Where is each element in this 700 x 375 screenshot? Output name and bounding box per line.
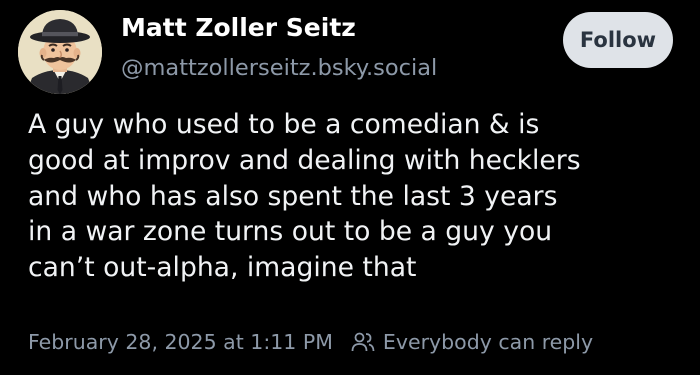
post-timestamp[interactable]: February 28, 2025 at 1:11 PM [28,330,333,354]
reply-setting[interactable]: Everybody can reply [383,330,593,354]
post-text-line: good at improv and dealing with hecklers [28,144,581,176]
post-text: A guy who used to be a comedian & is goo… [28,107,693,286]
avatar[interactable] [18,10,102,94]
people-icon [351,331,375,353]
follow-button[interactable]: Follow [563,12,673,68]
post-text-line: and who has also spent the last 3 years [28,180,558,212]
author-handle[interactable]: @mattzollerseitz.bsky.social [121,55,437,81]
post-text-line: in a war zone turns out to be a guy you [28,216,553,248]
post-meta: February 28, 2025 at 1:11 PM Everybody c… [28,330,593,354]
author-name[interactable]: Matt Zoller Seitz [121,13,356,42]
post-card: Matt Zoller Seitz @mattzollerseitz.bsky.… [0,0,700,375]
avatar-illustration-icon [18,10,102,94]
post-text-line: A guy who used to be a comedian & is [28,109,540,140]
post-text-line: can’t out-alpha, imagine that [28,252,417,284]
